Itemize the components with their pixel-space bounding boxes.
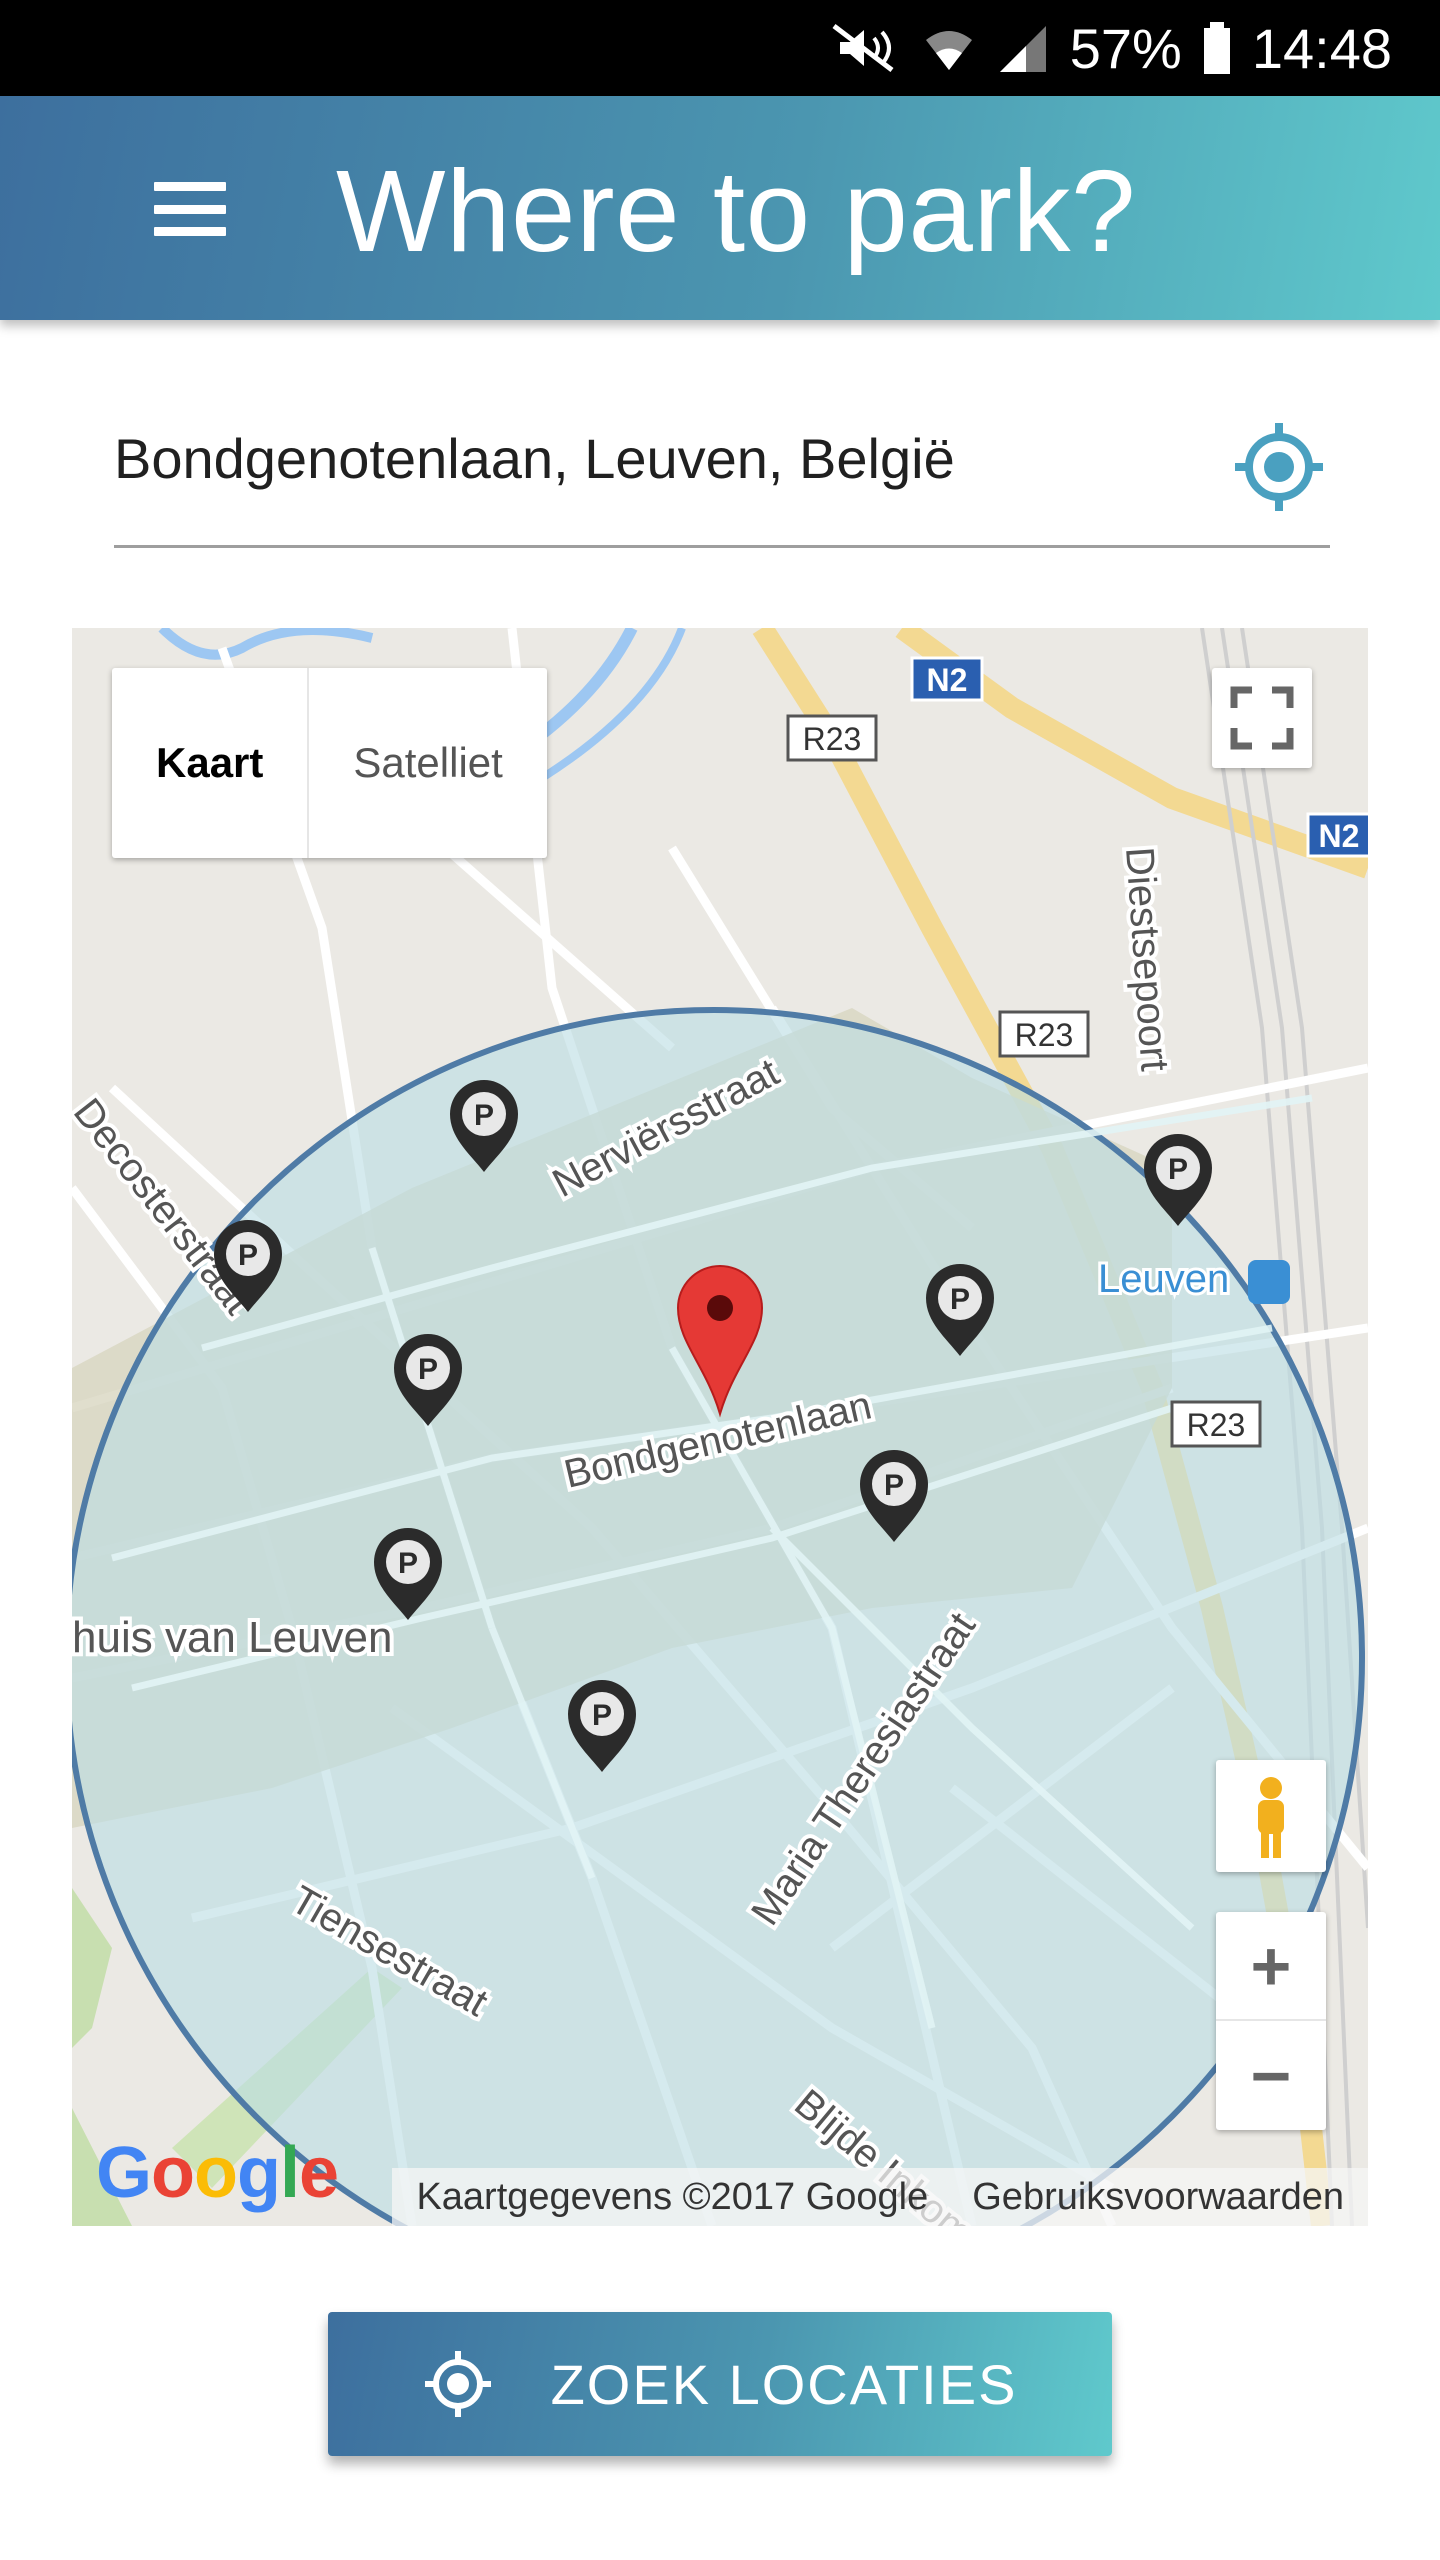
my-location-icon[interactable] [1232, 420, 1326, 514]
map-data-attribution[interactable]: Kaartgegevens ©2017 Google [416, 2176, 928, 2219]
clock: 14:48 [1251, 16, 1392, 80]
search-locations-button[interactable]: ZOEK LOCATIES [328, 2312, 1112, 2456]
street-view-button[interactable] [1216, 1760, 1326, 1872]
zoom-control: + − [1216, 1912, 1326, 2130]
svg-text:P: P [474, 1099, 494, 1132]
road-shield-r23-mid: R23 [1015, 1017, 1074, 1053]
pegman-icon [1258, 1777, 1284, 1858]
status-bar: 57% 14:48 [0, 0, 1440, 96]
svg-text:P: P [950, 1283, 970, 1316]
svg-text:P: P [884, 1469, 904, 1502]
road-shield-r23: R23 [803, 721, 862, 757]
fullscreen-icon [1230, 686, 1294, 750]
train-station-icon [1248, 1260, 1290, 1304]
my-location-icon [424, 2351, 491, 2417]
wifi-icon [925, 31, 972, 70]
signal-icon [999, 26, 1046, 72]
map-canvas[interactable]: N2 R23 N2 R23 R23 Nerviërsstraat Bondgen… [72, 628, 1368, 2226]
zoom-in-button[interactable]: + [1216, 1912, 1326, 2021]
map-type-control: Kaart Satelliet [112, 668, 547, 858]
road-shield-n2: N2 [927, 662, 968, 698]
mute-icon [832, 24, 894, 72]
hamburger-menu-icon[interactable] [140, 174, 240, 244]
map-type-satelliet[interactable]: Satelliet [309, 668, 546, 858]
street-label-stadhuis: huis van Leuven [72, 1613, 392, 1662]
road-shield-r23-south: R23 [1187, 1407, 1246, 1443]
terms-link[interactable]: Gebruiksvoorwaarden [972, 2176, 1344, 2219]
page-title: Where to park? [336, 146, 1137, 276]
map-type-kaart[interactable]: Kaart [112, 668, 310, 858]
address-input[interactable] [114, 426, 1174, 491]
battery-icon [1203, 22, 1230, 74]
google-logo[interactable]: Google [96, 2132, 339, 2214]
station-label: Leuven [1098, 1257, 1229, 1301]
svg-text:P: P [238, 1239, 258, 1272]
map[interactable]: N2 R23 N2 R23 R23 Nerviërsstraat Bondgen… [72, 628, 1368, 2226]
fullscreen-button[interactable] [1212, 668, 1312, 768]
battery-percent: 57% [1069, 16, 1182, 80]
address-search-field [114, 400, 1330, 548]
svg-text:P: P [1168, 1153, 1188, 1186]
svg-text:P: P [592, 1699, 612, 1732]
svg-text:P: P [418, 1353, 438, 1386]
search-locations-label: ZOEK LOCATIES [550, 2352, 1018, 2416]
svg-text:P: P [398, 1547, 418, 1580]
map-attribution: Kaartgegevens ©2017 Google Gebruiksvoorw… [392, 2168, 1368, 2226]
app-bar: Where to park? [0, 96, 1440, 320]
road-shield-n2-east: N2 [1319, 818, 1360, 854]
zoom-out-button[interactable]: − [1216, 2021, 1326, 2130]
